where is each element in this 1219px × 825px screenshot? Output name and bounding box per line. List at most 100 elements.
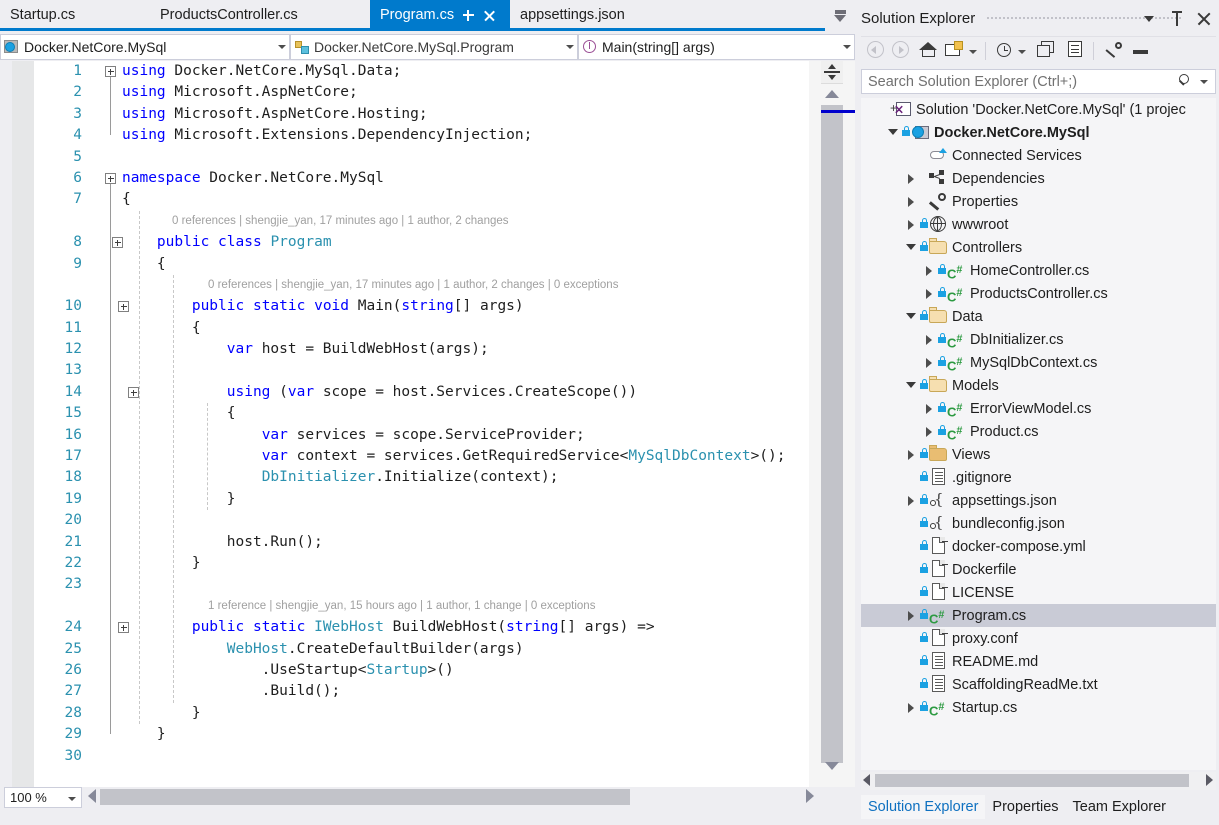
tree-item[interactable]: Dependencies xyxy=(861,167,1216,190)
tree-item[interactable]: C# Startup.cs xyxy=(861,696,1216,719)
tree-expander[interactable] xyxy=(921,282,937,305)
navbar-project-dropdown[interactable]: Docker.NetCore.MySql xyxy=(0,34,290,60)
tab-appsettings-json[interactable]: appsettings.json xyxy=(510,0,680,31)
panel-close-button[interactable] xyxy=(1195,10,1213,28)
tree-item[interactable]: Properties xyxy=(861,190,1216,213)
back-icon[interactable] xyxy=(867,41,884,58)
code-line[interactable]: 8 public class Program xyxy=(12,232,809,253)
pending-changes-dropdown-icon[interactable] xyxy=(1018,50,1026,54)
tree-expander[interactable] xyxy=(921,420,937,443)
scroll-right-arrow[interactable] xyxy=(806,789,814,803)
preview-selected-items-icon[interactable] xyxy=(1133,41,1149,58)
tree-expander[interactable] xyxy=(885,121,901,144)
tree-item[interactable]: + ⨯ Solution 'Docker.NetCore.MySql' (1 pro… xyxy=(861,98,1216,121)
tree-item[interactable]: Dockerfile xyxy=(861,558,1216,581)
code-line[interactable]: 23 xyxy=(12,574,809,595)
code-line[interactable]: 30 xyxy=(12,746,809,767)
panel-dropdown-button[interactable] xyxy=(1141,10,1159,28)
code-line[interactable]: 1 using Docker.NetCore.MySql.Data; xyxy=(12,61,809,82)
solution-tree[interactable]: + ⨯ Solution 'Docker.NetCore.MySql' (1 pro… xyxy=(861,98,1216,770)
scroll-left-arrow[interactable] xyxy=(88,789,96,803)
tree-item[interactable]: Models xyxy=(861,374,1216,397)
code-line[interactable]: 26 .UseStartup<Startup>() xyxy=(12,660,809,681)
tree-item[interactable]: C# DbInitializer.cs xyxy=(861,328,1216,351)
chevron-down-icon[interactable] xyxy=(275,35,289,59)
code-line[interactable]: 5 xyxy=(12,147,809,168)
code-fold-marker[interactable] xyxy=(105,173,116,184)
show-all-files-icon[interactable] xyxy=(1066,41,1084,58)
code-line[interactable]: 6 namespace Docker.NetCore.MySql xyxy=(12,168,809,189)
scrollbar-thumb[interactable] xyxy=(821,105,843,763)
tree-item[interactable]: {appsettings.json xyxy=(861,489,1216,512)
scroll-down-arrow[interactable] xyxy=(825,762,839,770)
new-folder-icon[interactable] xyxy=(945,41,964,58)
code-line[interactable]: 24 public static IWebHost BuildWebHost(s… xyxy=(12,617,809,638)
tree-item[interactable]: {bundleconfig.json xyxy=(861,512,1216,535)
solution-explorer-horizontal-scrollbar[interactable] xyxy=(861,772,1216,790)
tree-expander[interactable] xyxy=(903,696,919,719)
code-fold-marker[interactable] xyxy=(118,301,129,313)
new-folder-dropdown-icon[interactable] xyxy=(969,50,977,54)
code-line[interactable]: 9 { xyxy=(12,254,809,275)
code-fold-marker[interactable] xyxy=(112,237,123,249)
code-line[interactable]: 20 xyxy=(12,510,809,531)
tree-expander[interactable] xyxy=(921,351,937,374)
tree-expander[interactable] xyxy=(903,167,919,190)
code-line[interactable]: 12 var host = BuildWebHost(args); xyxy=(12,339,809,360)
home-icon[interactable] xyxy=(919,41,938,58)
properties-icon[interactable] xyxy=(1105,41,1123,59)
search-icon[interactable] xyxy=(1177,74,1193,90)
code-line[interactable]: 15 { xyxy=(12,403,809,424)
tab-startup-cs[interactable]: Startup.cs xyxy=(0,0,150,31)
scroll-left-arrow[interactable] xyxy=(863,774,870,786)
code-line[interactable]: 18 DbInitializer.Initialize(context); xyxy=(12,467,809,488)
pending-changes-icon[interactable] xyxy=(996,41,1013,58)
tree-expander[interactable] xyxy=(921,328,937,351)
tree-expander[interactable] xyxy=(903,604,919,627)
forward-icon[interactable] xyxy=(892,41,909,58)
code-line[interactable]: 13 xyxy=(12,360,809,381)
code-line[interactable]: 16 var services = scope.ServiceProvider; xyxy=(12,425,809,446)
codelens-annotation[interactable]: 1 reference | shengjie_yan, 15 hours ago… xyxy=(12,596,809,617)
chevron-down-icon[interactable] xyxy=(563,35,577,59)
tree-item[interactable]: C# Program.cs xyxy=(861,604,1216,627)
editor-vertical-scrollbar[interactable] xyxy=(809,61,855,787)
tab-team-explorer[interactable]: Team Explorer xyxy=(1066,795,1173,819)
navbar-member-dropdown[interactable]: Main(string[] args) xyxy=(578,34,855,60)
tree-expander[interactable] xyxy=(921,397,937,420)
code-fold-marker[interactable] xyxy=(105,66,116,77)
tree-expander[interactable] xyxy=(903,443,919,466)
navbar-type-dropdown[interactable]: Docker.NetCore.MySql.Program xyxy=(290,34,578,60)
zoom-level-dropdown[interactable]: 100 % xyxy=(4,787,82,808)
code-line[interactable]: 29 } xyxy=(12,724,809,745)
code-line[interactable]: 11 { xyxy=(12,318,809,339)
tab-properties[interactable]: Properties xyxy=(985,795,1065,819)
code-line[interactable]: 7{ xyxy=(12,189,809,210)
tree-expander[interactable] xyxy=(903,213,919,236)
code-line[interactable]: 21 host.Run(); xyxy=(12,532,809,553)
code-line[interactable]: 10 public static void Main(string[] args… xyxy=(12,296,809,317)
tree-expander[interactable] xyxy=(903,190,919,213)
tab-program-cs[interactable]: Program.cs xyxy=(370,0,510,31)
code-line[interactable]: 4 using Microsoft.Extensions.DependencyIn… xyxy=(12,125,809,146)
scroll-right-arrow[interactable] xyxy=(1206,774,1213,786)
chevron-down-icon[interactable] xyxy=(840,35,854,59)
code-line[interactable]: 28 } xyxy=(12,703,809,724)
code-editor[interactable]: 1 using Docker.NetCore.MySql.Data; 2 using … xyxy=(0,61,855,787)
chevron-down-icon[interactable] xyxy=(68,797,76,801)
code-line[interactable]: 25 WebHost.CreateDefaultBuilder(args) xyxy=(12,639,809,660)
tab-solution-explorer[interactable]: Solution Explorer xyxy=(861,795,986,819)
tree-item[interactable]: C# MySqlDbContext.cs xyxy=(861,351,1216,374)
search-input[interactable]: Search Solution Explorer (Ctrl+;) xyxy=(861,69,1216,94)
panel-pin-button[interactable] xyxy=(1169,10,1187,28)
tree-item[interactable]: wwwroot xyxy=(861,213,1216,236)
code-fold-marker[interactable] xyxy=(128,387,139,398)
horizontal-scrollbar-thumb[interactable] xyxy=(875,774,1189,787)
tree-item[interactable]: LICENSE xyxy=(861,581,1216,604)
code-line[interactable]: 27 .Build(); xyxy=(12,681,809,702)
tree-expander[interactable] xyxy=(903,305,919,328)
codelens-annotation[interactable]: 0 references | shengjie_yan, 17 minutes … xyxy=(12,275,809,296)
tree-item[interactable]: Views xyxy=(861,443,1216,466)
tab-productscontroller-cs[interactable]: ProductsController.cs xyxy=(150,0,370,31)
code-text-area[interactable]: 1 using Docker.NetCore.MySql.Data; 2 using … xyxy=(12,61,809,787)
